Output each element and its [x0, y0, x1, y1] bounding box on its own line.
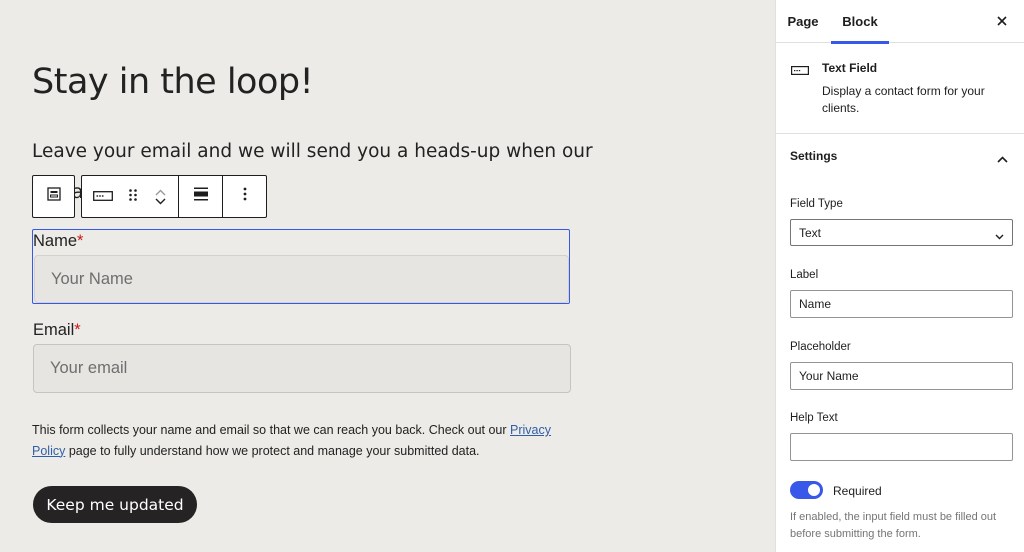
- move-up-icon: [155, 189, 165, 195]
- name-field-label[interactable]: Name*: [33, 232, 83, 251]
- label-input-value: Name: [799, 297, 832, 311]
- email-input[interactable]: Your email: [33, 344, 571, 393]
- name-input[interactable]: Your Name: [34, 255, 569, 303]
- label-input[interactable]: Name: [790, 290, 1013, 318]
- keep-me-updated-button[interactable]: Keep me updated: [33, 486, 197, 523]
- settings-panel-title: Settings: [790, 149, 838, 163]
- drag-handle-icon: [129, 188, 137, 206]
- help-text-input[interactable]: [790, 433, 1013, 461]
- name-label-text: Name: [33, 232, 78, 250]
- more-options-icon: [243, 187, 247, 206]
- drag-handle-button[interactable]: [124, 176, 142, 217]
- name-input-placeholder: Your Name: [51, 269, 133, 288]
- page-heading[interactable]: Stay in the loop!: [32, 62, 314, 102]
- settings-panel-header[interactable]: Settings: [776, 134, 1024, 176]
- intro-paragraph[interactable]: Leave your email and we will send you a …: [32, 141, 593, 162]
- text-field-icon: [93, 188, 113, 206]
- move-down-icon: [155, 198, 165, 204]
- move-up-button[interactable]: [155, 189, 166, 196]
- email-label-text: Email: [33, 321, 75, 339]
- required-toggle-label[interactable]: Required: [833, 484, 882, 498]
- block-toolbar: [32, 175, 267, 218]
- move-down-button[interactable]: [155, 198, 166, 205]
- privacy-notice-text: This form collects your name and email s…: [32, 423, 511, 437]
- required-marker: *: [74, 321, 81, 339]
- label-label: Label: [790, 269, 819, 281]
- text-field-icon: [791, 62, 809, 80]
- email-field-label[interactable]: Email*: [33, 321, 81, 340]
- privacy-notice[interactable]: This form collects your name and email s…: [32, 420, 572, 461]
- form-parent-icon: [46, 187, 61, 206]
- tab-block[interactable]: Block: [831, 0, 889, 44]
- block-type-button[interactable]: [82, 176, 124, 217]
- chevron-down-icon: [995, 229, 1004, 243]
- more-options-button[interactable]: [223, 176, 266, 217]
- placeholder-label: Placeholder: [790, 341, 851, 353]
- field-type-select[interactable]: Text: [790, 219, 1013, 246]
- required-help-text: If enabled, the input field must be fill…: [790, 511, 997, 540]
- sidebar-tabs: Page Block: [776, 0, 1024, 44]
- settings-sidebar: Page Block Text Field Display a contact …: [775, 0, 1024, 552]
- close-sidebar-button[interactable]: [994, 13, 1010, 29]
- placeholder-input-value: Your Name: [799, 369, 859, 383]
- align-icon: [193, 187, 208, 206]
- field-type-value: Text: [799, 225, 822, 240]
- help-text-label: Help Text: [790, 412, 838, 424]
- field-type-label: Field Type: [790, 198, 843, 210]
- required-marker: *: [77, 232, 84, 250]
- align-button[interactable]: [179, 176, 222, 217]
- block-card-description: Display a contact form for your clients.: [822, 84, 985, 115]
- chevron-up-icon: [997, 150, 1008, 168]
- privacy-notice-text-end: page to fully understand how we protect …: [65, 443, 480, 458]
- block-toolbar-main-group: [81, 175, 267, 218]
- select-parent-form-button[interactable]: [32, 175, 75, 218]
- editor-canvas: Stay in the loop! Leave your email and w…: [0, 0, 775, 552]
- toggle-knob: [808, 484, 820, 496]
- required-toggle[interactable]: [790, 481, 823, 499]
- placeholder-input[interactable]: Your Name: [790, 362, 1013, 390]
- block-movers: [142, 176, 178, 217]
- block-card-title: Text Field: [822, 61, 878, 75]
- tab-page[interactable]: Page: [780, 0, 826, 43]
- email-input-placeholder: Your email: [50, 359, 128, 377]
- close-icon: [997, 16, 1007, 26]
